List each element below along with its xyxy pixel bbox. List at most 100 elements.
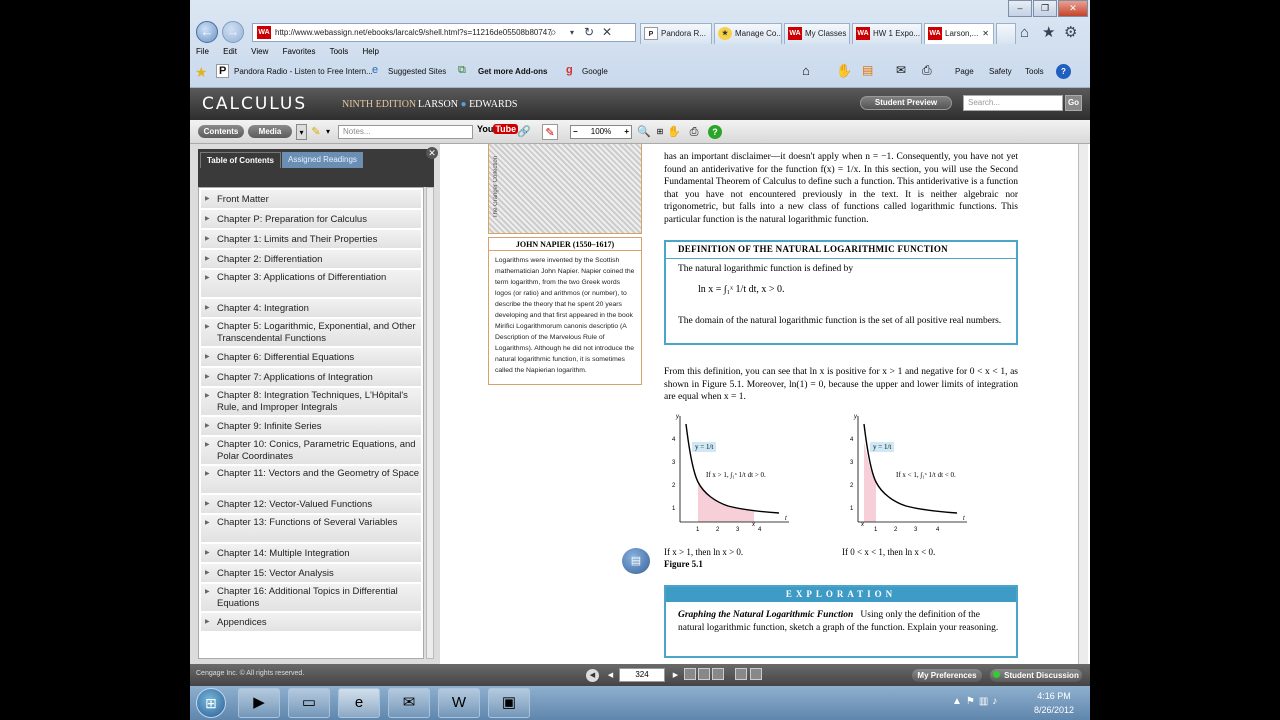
toc-item-chapter-15[interactable]: Chapter 15: Vector Analysis [201,564,421,583]
media-player-icon[interactable]: ▶ [238,688,280,718]
my-preferences-button[interactable]: My Preferences [912,669,982,682]
internet-explorer-icon[interactable]: e [338,688,380,718]
close-tab-icon[interactable]: ✕ [982,24,989,44]
pan-hand-icon[interactable]: ✋ [666,124,682,140]
address-bar[interactable]: WA http://www.webassign.net/ebooks/larca… [252,23,636,42]
link-icon[interactable]: 🔗 [516,124,532,140]
page-number-input[interactable]: 324 [619,668,665,682]
toc-item-chapter-6[interactable]: Chapter 6: Differential Equations [201,348,421,367]
tab-pandora[interactable]: P Pandora R... [640,23,712,44]
toc-item-chapter-4[interactable]: Chapter 4: Integration [201,299,421,318]
edit-icon[interactable]: ✎ [542,124,558,140]
search-icon[interactable]: ⌕ [550,23,557,42]
dropdown-icon[interactable]: ▾ [296,124,307,140]
toc-item-chapter-14[interactable]: Chapter 14: Multiple Integration [201,544,421,563]
menu-view[interactable]: View [251,47,268,56]
zoom-out-icon[interactable]: − [573,126,578,138]
toc-item-chapter-8[interactable]: Chapter 8: Integration Techniques, L'Hôp… [201,388,421,416]
menu-file[interactable]: File [196,47,209,56]
home-icon[interactable]: ⌂ [802,63,810,78]
back-icon[interactable]: ← [196,21,218,43]
read-mail-icon[interactable]: ✉ [896,63,906,77]
toc-item-chapter-9[interactable]: Chapter 9: Infinite Series [201,417,421,436]
toc-item-chapter-5[interactable]: Chapter 5: Logarithmic, Exponential, and… [201,319,421,347]
dropdown-icon[interactable]: ▾ [323,124,333,140]
toc-item-chapter-3[interactable]: Chapter 3: Applications of Differentiati… [201,270,421,298]
fit-width-icon[interactable] [712,668,724,680]
contents-button[interactable]: Contents [198,125,244,138]
thumbnails-icon[interactable] [735,668,747,680]
home-icon[interactable]: ⌂ [1020,23,1029,42]
tab-manage[interactable]: ★ Manage Co... [714,23,782,44]
word-icon[interactable]: W [438,688,480,718]
fav-google[interactable]: Google [582,67,608,76]
menu-edit[interactable]: Edit [223,47,237,56]
new-tab-button[interactable] [996,23,1016,44]
toc-item-chapter-11[interactable]: Chapter 11: Vectors and the Geometry of … [201,466,421,494]
toc-item-chapter-p[interactable]: Chapter P: Preparation for Calculus [201,210,421,229]
dropdown-icon[interactable]: ▾ [570,23,574,42]
restore-button[interactable]: ❐ [1033,0,1057,17]
toc-item-chapter-12[interactable]: Chapter 12: Vector-Valued Functions [201,495,421,514]
fav-pandora[interactable]: Pandora Radio - Listen to Free Intern... [234,67,373,76]
menu-help[interactable]: Help [363,47,379,56]
favorites-star-icon[interactable]: ★ [1042,23,1055,42]
gear-icon[interactable]: ⚙ [1064,23,1077,42]
start-button[interactable]: ⊞ [196,688,226,718]
close-window-button[interactable]: ✕ [1058,0,1088,17]
notes-input[interactable]: Notes... [338,125,473,139]
help-icon[interactable]: ? [708,125,722,139]
fullscreen-icon[interactable] [750,668,762,680]
youtube-button[interactable]: You Tube [477,124,519,134]
sidebar-scrollbar[interactable] [426,187,434,659]
refresh-icon[interactable]: ↻ [584,23,594,42]
hand-icon[interactable]: ✋ [836,63,852,79]
system-tray[interactable]: ▲⚑▥♪ [952,696,1001,707]
toc-item-appendices[interactable]: Appendices [201,613,421,632]
student-preview-button[interactable]: Student Preview [860,96,952,110]
close-icon[interactable]: ✕ [426,147,438,159]
search-input[interactable]: Search... [963,95,1063,111]
toc-item-chapter-2[interactable]: Chapter 2: Differentiation [201,250,421,269]
tab-my-classes[interactable]: WA My Classes [784,23,850,44]
zoom-in-icon[interactable]: + [624,126,629,138]
toc-item-chapter-7[interactable]: Chapter 7: Applications of Integration [201,368,421,387]
single-page-icon[interactable] [684,668,696,680]
prev-page-icon[interactable]: ◀ [604,669,617,682]
first-page-icon[interactable]: ◀ [586,669,599,682]
minimize-button[interactable]: – [1008,0,1032,17]
tab-larson[interactable]: WA Larson,... ✕ [924,23,994,44]
menu-favorites[interactable]: Favorites [283,47,316,56]
tab-assigned-readings[interactable]: Assigned Readings [282,152,363,168]
outlook-icon[interactable]: ✉ [388,688,430,718]
print-icon[interactable]: ⎙ [922,63,932,78]
toc-item-chapter-13[interactable]: Chapter 13: Functions of Several Variabl… [201,515,421,543]
student-discussion-button[interactable]: Student Discussion [990,669,1082,682]
toc-item-front-matter[interactable]: Front Matter [201,190,421,209]
print-icon[interactable]: ⎙ [686,124,702,140]
toc-item-chapter-10[interactable]: Chapter 10: Conics, Parametric Equations… [201,437,421,465]
safety-menu[interactable]: Safety [989,67,1012,76]
page-menu[interactable]: Page [955,67,974,76]
help-icon[interactable]: ? [1056,64,1071,79]
zoom-control[interactable]: −100% + [570,125,632,139]
favorites-star-icon[interactable]: ★ [195,64,208,81]
search-go-button[interactable]: Go [1065,95,1082,111]
clock[interactable]: 4:16 PM 8/26/2012 [1022,689,1086,717]
next-page-icon[interactable]: ▶ [669,669,682,682]
folder-icon[interactable]: ▭ [288,688,330,718]
stop-icon[interactable]: ✕ [602,23,612,42]
forward-icon[interactable]: → [222,21,244,43]
media-button[interactable]: Media [248,125,292,138]
page-scrollbar[interactable] [1078,144,1088,664]
tab-table-of-contents[interactable]: Table of Contents [200,152,281,168]
rss-icon[interactable]: ▤ [862,63,873,77]
two-page-icon[interactable] [698,668,710,680]
fav-suggested-sites[interactable]: Suggested Sites [388,67,446,76]
toc-item-chapter-1[interactable]: Chapter 1: Limits and Their Properties [201,230,421,249]
discussion-icon[interactable]: ▤ [622,548,650,574]
menu-tools[interactable]: Tools [330,47,349,56]
camera-icon[interactable]: ▣ [488,688,530,718]
tab-hw1[interactable]: WA HW 1 Expo... [852,23,922,44]
toc-item-chapter-16[interactable]: Chapter 16: Additional Topics in Differe… [201,584,421,612]
